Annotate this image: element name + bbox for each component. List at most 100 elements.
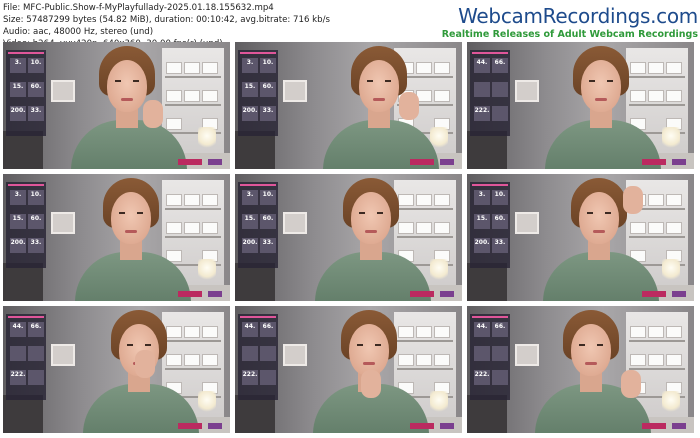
tip-menu-value <box>242 346 258 361</box>
tip-menu-overlay: 3. 10. 15. 60. 200. 33. <box>238 182 278 268</box>
stream-overlay-icon <box>440 291 454 297</box>
tip-menu-value: 66. <box>28 322 44 337</box>
stream-overlay-badge <box>178 423 202 429</box>
performer-mouth <box>373 98 385 101</box>
audio-info: Audio: aac, 48000 Hz, stereo (und) <box>3 27 154 37</box>
performer-face <box>581 60 621 112</box>
tip-menu-overlay: 3. 10. 15. 60. 200. 33. <box>6 182 46 268</box>
file-name: File: MFC-Public.Show-f-MyPlayfullady-20… <box>3 3 274 13</box>
tip-menu-value: 15. <box>242 214 258 229</box>
video-thumbnail: 3. 10. 15. 60. 200. 33. <box>235 42 462 169</box>
tip-menu-value: 200. <box>242 106 258 121</box>
tip-menu-value: 15. <box>10 82 26 97</box>
stream-overlay-badge <box>642 159 666 165</box>
tip-menu-value <box>474 346 490 361</box>
tip-menu-value: 33. <box>28 238 44 253</box>
tip-menu-overlay: 44. 66. 222. <box>470 314 510 400</box>
video-thumbnail: 3. 10. 15. 60. 200. 33. <box>235 174 462 301</box>
video-thumbnail: 44. 66. 222. <box>467 306 694 433</box>
wall-picture <box>515 80 539 102</box>
brand-tagline: Realtime Releases of Adult Webcam Record… <box>441 29 698 40</box>
video-thumbnail: 44. 66. 222. <box>3 306 230 433</box>
tip-menu-value <box>492 370 508 385</box>
performer <box>63 42 193 169</box>
tip-menu-value: 3. <box>10 190 26 205</box>
performer-face <box>571 324 611 376</box>
chair <box>467 395 507 433</box>
performer-face <box>579 192 619 244</box>
tip-menu-value <box>260 370 276 385</box>
chair <box>3 131 43 169</box>
performer <box>305 306 435 433</box>
tip-menu-value: 44. <box>10 322 26 337</box>
performer-hand <box>135 350 155 378</box>
tip-menu-value: 66. <box>492 58 508 73</box>
chair <box>3 395 43 433</box>
lamp <box>198 259 216 281</box>
tip-menu-value: 200. <box>474 238 490 253</box>
stream-overlay-icon <box>672 291 686 297</box>
tip-menu-value <box>10 346 26 361</box>
performer <box>75 306 205 433</box>
performer <box>535 174 665 301</box>
stream-overlay-badge <box>642 423 666 429</box>
stream-overlay-badge <box>642 291 666 297</box>
tip-menu-value: 10. <box>260 190 276 205</box>
performer <box>537 42 667 169</box>
tip-menu-value: 10. <box>28 190 44 205</box>
tip-menu-overlay: 3. 10. 15. 60. 200. 33. <box>238 50 278 136</box>
chair <box>3 263 43 301</box>
tip-menu-overlay: 44. 66. 222. <box>238 314 278 400</box>
tip-menu-value: 66. <box>260 322 276 337</box>
chair <box>467 263 507 301</box>
performer-mouth <box>593 230 605 233</box>
performer-hand <box>143 100 163 128</box>
chair <box>235 263 275 301</box>
performer-hand <box>399 92 419 120</box>
stream-overlay-icon <box>672 423 686 429</box>
performer-eyes <box>579 344 603 346</box>
tip-menu-value: 15. <box>242 82 258 97</box>
tip-menu-value: 15. <box>474 214 490 229</box>
tip-menu-value <box>474 82 490 97</box>
chair <box>235 395 275 433</box>
tip-menu-value: 200. <box>10 106 26 121</box>
tip-menu-overlay: 44. 66. 222. <box>470 50 510 136</box>
tip-menu-value: 3. <box>242 190 258 205</box>
performer-face <box>349 324 389 376</box>
performer-hand <box>623 186 643 214</box>
tip-menu-value: 60. <box>492 214 508 229</box>
tip-menu-value: 200. <box>242 238 258 253</box>
wall-picture <box>283 212 307 234</box>
chair <box>467 131 507 169</box>
stream-overlay-badge <box>410 159 434 165</box>
stream-overlay-icon <box>208 159 222 165</box>
tip-menu-value: 10. <box>492 190 508 205</box>
stream-overlay-badge <box>410 291 434 297</box>
tip-menu-value: 222. <box>242 370 258 385</box>
tip-menu-value <box>260 346 276 361</box>
performer-hand <box>361 370 381 398</box>
performer-face <box>351 192 391 244</box>
tip-menu-value: 10. <box>260 58 276 73</box>
performer-mouth <box>585 362 597 365</box>
stream-overlay-badge <box>178 291 202 297</box>
tip-menu-value: 3. <box>242 58 258 73</box>
performer <box>315 42 445 169</box>
performer <box>67 174 197 301</box>
tip-menu-value: 3. <box>474 190 490 205</box>
video-thumbnail: 44. 66. 222. <box>235 306 462 433</box>
tip-menu-value: 66. <box>492 322 508 337</box>
performer-eyes <box>357 344 381 346</box>
tip-menu-value: 10. <box>28 58 44 73</box>
tip-menu-value: 60. <box>28 82 44 97</box>
lamp <box>662 391 680 413</box>
performer-eyes <box>367 80 391 82</box>
performer-eyes <box>359 212 383 214</box>
tip-menu-value: 3. <box>10 58 26 73</box>
chair <box>235 131 275 169</box>
stream-overlay-icon <box>672 159 686 165</box>
performer-mouth <box>365 230 377 233</box>
performer-hand <box>621 370 641 398</box>
tip-menu-value: 60. <box>28 214 44 229</box>
